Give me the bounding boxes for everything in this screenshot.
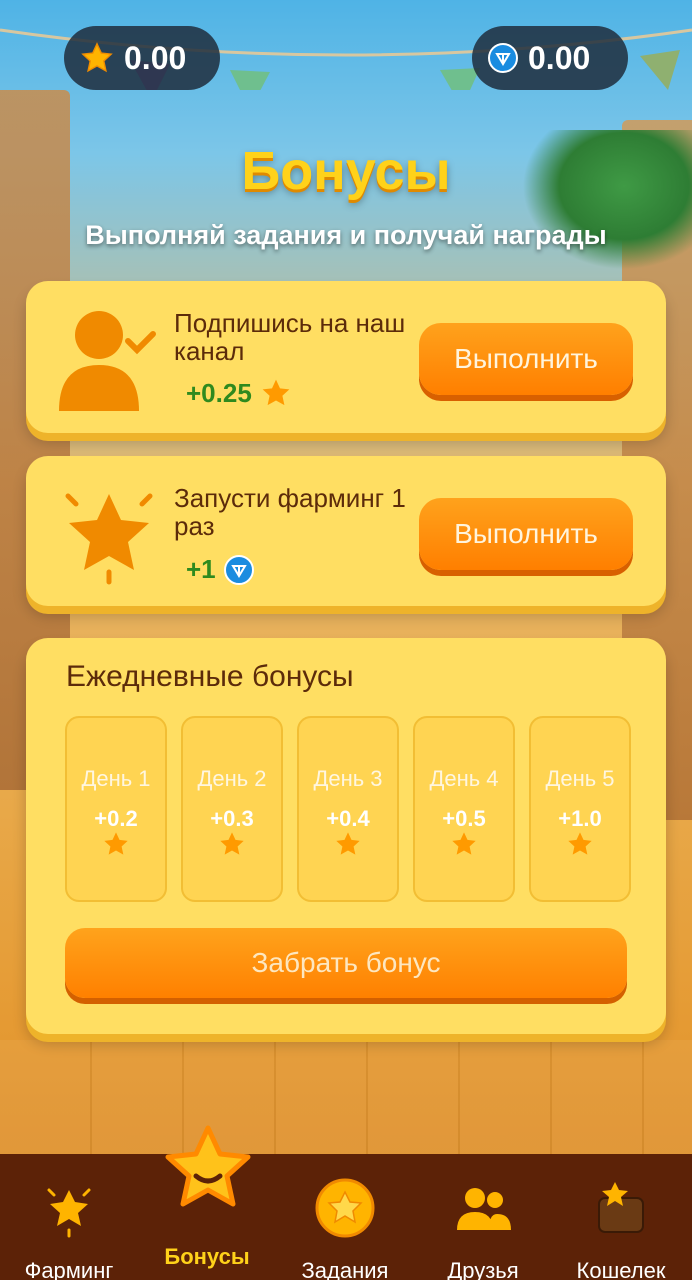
day-tile[interactable]: День 4 +0.5 <box>413 716 515 902</box>
ton-balance-pill: 0.00 <box>472 26 628 90</box>
friends-icon <box>457 1188 511 1230</box>
day-label: День 5 <box>545 766 615 791</box>
nav-label: Задания <box>301 1258 389 1280</box>
day-tile[interactable]: День 5 +1.0 <box>529 716 631 902</box>
task-reward: +1 <box>186 554 254 585</box>
day-label: День 4 <box>429 766 499 791</box>
daily-bonus-title: Ежедневные бонусы <box>66 660 354 693</box>
day-amount: +0.3 <box>210 806 254 831</box>
star-icon <box>81 42 113 73</box>
ton-icon <box>223 554 254 585</box>
nav-item-farming[interactable]: Фарминг <box>0 1154 138 1280</box>
bottom-nav: Фарминг Бонусы Задания Друзья Кошелек <box>0 1154 692 1280</box>
day-label: День 1 <box>81 766 151 791</box>
star-coin-icon <box>315 1178 375 1238</box>
ton-icon <box>488 43 518 73</box>
claim-bonus-button[interactable]: Забрать бонус <box>65 928 627 998</box>
day-tile[interactable]: День 1 +0.2 <box>65 716 167 902</box>
wallet-icon <box>598 1182 644 1233</box>
star-icon <box>104 832 128 855</box>
nav-item-wallet[interactable]: Кошелек <box>552 1154 690 1280</box>
star-icon <box>452 832 476 855</box>
stars-balance-pill: 0.00 <box>64 26 220 90</box>
nav-label: Фарминг <box>24 1258 114 1280</box>
day-label: День 2 <box>197 766 267 791</box>
page-title: Бонусы <box>241 141 451 201</box>
daily-bonus-card: Ежедневные бонусы День 1 +0.2 День 2 +0.… <box>26 638 666 1034</box>
stars-balance-value: 0.00 <box>124 39 187 76</box>
complete-task-button[interactable]: Выполнить <box>419 323 633 395</box>
task-reward-amount: +0.25 <box>186 377 252 408</box>
farming-star-icon <box>47 1188 91 1238</box>
user-check-icon <box>59 311 156 411</box>
star-icon <box>220 832 244 855</box>
task-reward: +0.25 <box>186 377 292 409</box>
day-tile[interactable]: День 2 +0.3 <box>181 716 283 902</box>
nav-label: Бонусы <box>164 1244 250 1269</box>
nav-item-tasks[interactable]: Задания <box>276 1154 414 1280</box>
task-title: Подпишись на наш канал <box>174 308 406 366</box>
day-amount: +1.0 <box>558 806 602 831</box>
farming-star-icon <box>65 493 153 585</box>
task-reward-amount: +1 <box>186 554 216 584</box>
complete-task-button[interactable]: Выполнить <box>419 498 633 570</box>
star-icon <box>262 379 290 406</box>
nav-label: Друзья <box>447 1258 519 1280</box>
task-card-subscribe: Подпишись на наш канал +0.25 Выполнить <box>26 281 666 433</box>
ton-balance-value: 0.00 <box>528 39 591 76</box>
day-label: День 3 <box>313 766 383 791</box>
smiling-star-icon <box>165 1125 251 1207</box>
day-amount: +0.5 <box>442 806 486 831</box>
star-icon <box>336 832 360 855</box>
nav-item-friends[interactable]: Друзья <box>414 1154 552 1280</box>
star-icon <box>568 832 592 855</box>
task-title: Запусти фарминг 1 раз <box>174 483 406 541</box>
page-subtitle: Выполняй задания и получай награды <box>85 220 607 250</box>
tiled-floor <box>0 1040 692 1160</box>
day-amount: +0.4 <box>326 806 370 831</box>
nav-label: Кошелек <box>576 1258 666 1280</box>
day-tile[interactable]: День 3 +0.4 <box>297 716 399 902</box>
daily-days-row: День 1 +0.2 День 2 +0.3 День 3 +0.4 День… <box>65 716 631 902</box>
day-amount: +0.2 <box>94 806 138 831</box>
task-card-farming: Запусти фарминг 1 раз +1 Выполнить <box>26 456 666 606</box>
